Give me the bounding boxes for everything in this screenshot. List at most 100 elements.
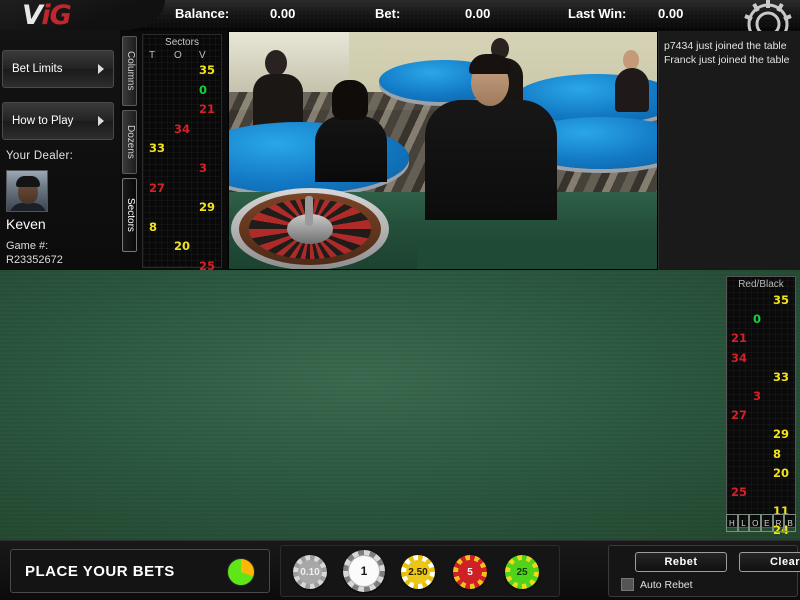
history-filter-e[interactable]: E bbox=[761, 514, 773, 532]
sector-number: 35 bbox=[199, 63, 216, 77]
red-black-row: 34 bbox=[727, 351, 795, 370]
chip-0.10[interactable]: 0.10 bbox=[293, 555, 327, 589]
avatar-hair bbox=[16, 176, 40, 187]
history-number: 27 bbox=[731, 408, 748, 423]
sector-number: 3 bbox=[199, 160, 208, 175]
red-black-row: 21 bbox=[727, 331, 795, 350]
history-filter-h[interactable]: H bbox=[726, 514, 738, 532]
stats-tab-columns[interactable]: Columns bbox=[122, 36, 137, 106]
chip-value-label: 0.10 bbox=[298, 560, 322, 584]
chip-value-label: 25 bbox=[510, 560, 534, 584]
chat-message-list: p7434 just joined the table Franck just j… bbox=[659, 31, 800, 67]
game-number-label: Game #: bbox=[6, 240, 49, 252]
sectors-row: 0 bbox=[143, 83, 223, 103]
person-hair bbox=[332, 80, 368, 120]
sector-number: 8 bbox=[149, 219, 158, 234]
chevron-right-icon bbox=[98, 116, 104, 126]
how-to-play-label: How to Play bbox=[12, 115, 74, 127]
sector-number: 27 bbox=[149, 180, 166, 195]
history-number: 29 bbox=[773, 427, 790, 442]
statistics-panel-left: Columns Dozens Sectors Sectors T O V 35 0… bbox=[120, 32, 226, 332]
history-number: 3 bbox=[753, 388, 762, 403]
roulette-game-window: ViG Balance: 0.00 Bet: 0.00 Last Win: 0.… bbox=[0, 0, 800, 600]
sectors-row: 21 bbox=[143, 102, 223, 122]
status-message: PLACE YOUR BETS bbox=[25, 563, 175, 580]
sector-number: 20 bbox=[174, 239, 191, 254]
clear-button[interactable]: Clear bbox=[739, 552, 800, 572]
red-black-footer-tabs: HLOERB bbox=[726, 514, 797, 532]
person-body bbox=[615, 68, 649, 112]
history-filter-o[interactable]: O bbox=[749, 514, 762, 532]
dealer-hair bbox=[469, 54, 511, 74]
history-number: 34 bbox=[731, 350, 748, 365]
history-number: 21 bbox=[731, 331, 748, 346]
chip-selector-panel: 0.10 1 2.50 5 25 bbox=[280, 545, 560, 597]
chip-value-label: 1 bbox=[348, 555, 380, 587]
chip-1[interactable]: 1 bbox=[343, 550, 385, 592]
red-black-row: 0 bbox=[727, 312, 795, 331]
history-number: 33 bbox=[773, 369, 790, 384]
sectors-row: 8 bbox=[143, 220, 223, 240]
stats-tab-dozens[interactable]: Dozens bbox=[122, 110, 137, 174]
red-black-title: Red/Black bbox=[738, 279, 784, 290]
dealer-avatar bbox=[6, 170, 48, 212]
chat-message: Franck just joined the table bbox=[664, 54, 790, 66]
history-number: 0 bbox=[753, 312, 762, 327]
bet-limits-button[interactable]: Bet Limits bbox=[2, 50, 114, 88]
dealer-name: Keven bbox=[6, 216, 46, 232]
rebet-button[interactable]: Rebet bbox=[635, 552, 727, 572]
status-message-panel: PLACE YOUR BETS bbox=[10, 549, 270, 593]
sectors-col-t: T bbox=[149, 50, 156, 61]
person-body bbox=[315, 116, 387, 182]
dealer-body bbox=[425, 100, 557, 220]
bet-limits-label: Bet Limits bbox=[12, 63, 63, 75]
auto-rebet-label: Auto Rebet bbox=[640, 578, 693, 591]
avatar-body bbox=[10, 203, 46, 211]
game-number-value: R23352672 bbox=[6, 254, 63, 266]
statistics-panel-right: Red/Black 35 0 21 34 33 3 27 29 8 20 25 11 24 bbox=[726, 276, 796, 537]
dealer-heading: Your Dealer: bbox=[6, 150, 74, 162]
red-black-row: 3 bbox=[727, 389, 795, 408]
video-betting-layout bbox=[417, 240, 657, 269]
roulette-wheel bbox=[231, 188, 389, 269]
history-number: 20 bbox=[773, 465, 790, 480]
how-to-play-button[interactable]: How to Play bbox=[2, 102, 114, 140]
chip-value-label: 5 bbox=[458, 560, 482, 584]
sectors-row: 29 bbox=[143, 200, 223, 220]
history-filter-b[interactable]: B bbox=[784, 514, 797, 532]
sectors-row: 3 bbox=[143, 161, 223, 181]
sectors-col-v: V bbox=[199, 50, 206, 61]
red-black-row: 29 bbox=[727, 427, 795, 446]
sectors-row: 34 bbox=[143, 122, 223, 142]
bet-label: Bet: bbox=[375, 6, 401, 21]
last-win-label: Last Win: bbox=[568, 6, 627, 21]
history-filter-l[interactable]: L bbox=[737, 514, 750, 532]
person-head bbox=[623, 50, 639, 70]
history-filter-r[interactable]: R bbox=[772, 514, 785, 532]
sectors-history-board: Sectors T O V 3502134333272982025112436 bbox=[142, 34, 223, 332]
chip-2.50[interactable]: 2.50 bbox=[401, 555, 435, 589]
chip-5[interactable]: 5 bbox=[453, 555, 487, 589]
sectors-row: 33 bbox=[143, 141, 223, 161]
live-dealer-video-stream[interactable] bbox=[228, 31, 658, 270]
bet-value: 0.00 bbox=[465, 6, 491, 21]
chevron-right-icon bbox=[98, 64, 104, 74]
history-number: 25 bbox=[731, 484, 748, 499]
chip-value-label: 2.50 bbox=[406, 560, 430, 584]
balance-value: 0.00 bbox=[270, 6, 296, 21]
sector-number: 29 bbox=[199, 200, 216, 215]
chip-25[interactable]: 25 bbox=[505, 555, 539, 589]
gear-icon[interactable] bbox=[724, 0, 794, 32]
left-sidebar: Bet Limits How to Play Your Dealer: Keve… bbox=[0, 30, 120, 270]
red-black-row: 27 bbox=[727, 408, 795, 427]
sector-number: 0 bbox=[199, 82, 208, 97]
vig-logo[interactable]: ViG bbox=[22, 1, 132, 31]
stats-tab-sectors[interactable]: Sectors bbox=[122, 178, 137, 252]
balance-label: Balance: bbox=[175, 6, 230, 21]
sectors-row: 20 bbox=[143, 239, 223, 259]
wheel-spindle bbox=[305, 196, 313, 226]
sector-number: 33 bbox=[149, 141, 166, 156]
chat-panel[interactable]: p7434 just joined the table Franck just j… bbox=[658, 31, 800, 270]
last-win-value: 0.00 bbox=[658, 6, 684, 21]
auto-rebet-checkbox[interactable] bbox=[621, 578, 634, 591]
